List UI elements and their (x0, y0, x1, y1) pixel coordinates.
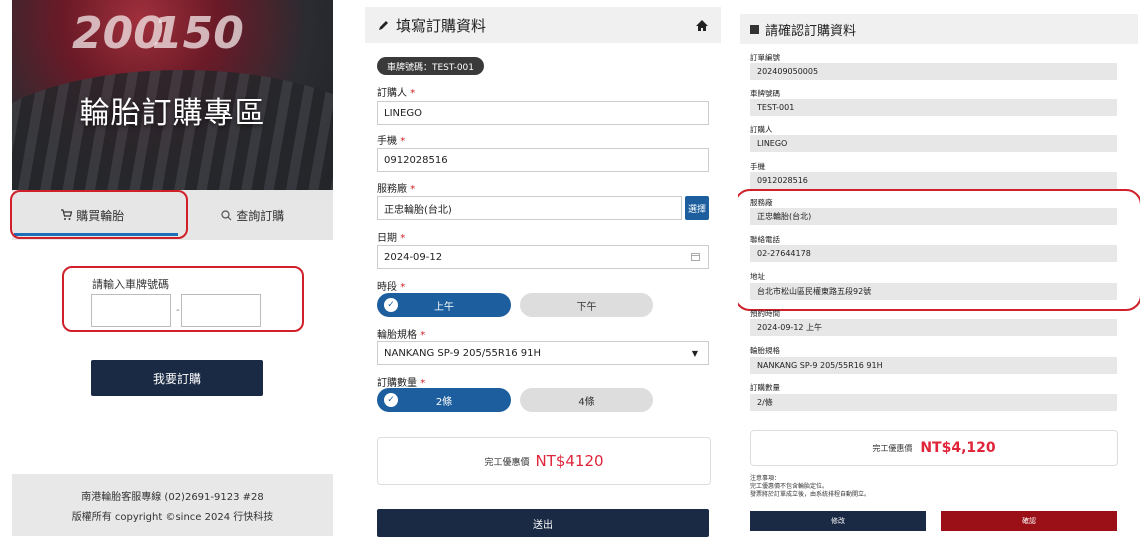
highlight-box (62, 266, 304, 332)
date-value: 2024-09-12 (384, 251, 443, 263)
period-morning-option[interactable]: ✓ 上午 (377, 293, 511, 317)
square-icon (750, 24, 759, 34)
home-icon[interactable] (695, 19, 709, 32)
submit-button[interactable]: 送出 (377, 509, 709, 537)
qty-value: 2/條 (750, 394, 1117, 411)
tire-order-home-panel: 200 150 輪胎訂購專區 購買輪胎 查詢訂購 請輸入車牌號碼 - 我要訂購 … (0, 0, 346, 546)
plate-value: TEST-001 (750, 99, 1117, 116)
phone-input[interactable]: 0912028516 (377, 148, 709, 172)
order-no-label: 訂單編號 (750, 53, 780, 62)
hero-number: 200 (72, 8, 164, 59)
spec-label: 輪胎規格 (750, 346, 780, 355)
confirm-header: 請確認訂購資料 (740, 14, 1138, 44)
spec-select[interactable]: NANKANG SP-9 205/55R16 91H ▼ (377, 341, 709, 365)
page-title: 填寫訂購資料 (396, 16, 487, 35)
footer: 南港輪胎客服專線 (02)2691-9123 #28 版權所有 copyrigh… (12, 474, 333, 536)
page-title: 請確認訂購資料 (765, 23, 857, 39)
note-line: 完工優惠價不包含輪胎定位。 (750, 483, 829, 490)
tab-query-orders[interactable]: 查詢訂購 (173, 190, 334, 240)
appointment-value: 2024-09-12 上午 (750, 319, 1117, 336)
phone-label: 手機 (750, 162, 765, 171)
check-icon: ✓ (384, 298, 398, 312)
period-option-label: 下午 (576, 301, 597, 313)
search-icon (221, 209, 232, 220)
qty-option-label: 4條 (578, 396, 595, 408)
select-shop-button[interactable]: 選擇 (685, 196, 709, 220)
appointment-label: 預約時間 (750, 309, 780, 318)
price-label: 完工優惠價 (872, 443, 913, 453)
note-line: 注意事項： (750, 475, 781, 482)
note-line: 發票將於訂單成立後，由系統排程自動開立。 (750, 491, 871, 498)
price-box: 完工優惠價 NT$4120 (377, 437, 711, 485)
plate-label: 車牌號碼 (750, 89, 780, 98)
check-icon: ✓ (384, 393, 398, 407)
price-label: 完工優惠價 (484, 457, 530, 468)
price-box: 完工優惠價 NT$4,120 (750, 430, 1118, 466)
edit-button[interactable]: 修改 (750, 511, 926, 531)
calendar-icon (691, 253, 700, 261)
spec-value: NANKANG SP-9 205/55R16 91H (384, 347, 542, 359)
hero-number: 150 (152, 8, 244, 59)
place-order-button[interactable]: 我要訂購 (91, 360, 263, 396)
plate-chip: 車牌號碼：TEST-001 (377, 57, 484, 75)
form-header: 填寫訂購資料 (365, 7, 721, 43)
qty-label: 訂購數量 * (377, 378, 426, 389)
hero-title: 輪胎訂購專區 (79, 96, 266, 131)
footer-copyright: 版權所有 copyright ©since 2024 行快科技 (71, 512, 274, 523)
chevron-down-icon: ▼ (691, 349, 698, 358)
pencil-icon (379, 20, 388, 30)
buyer-label: 訂購人 * (377, 88, 416, 99)
shop-label: 服務廠 * (377, 184, 416, 195)
tab-label: 查詢訂購 (236, 208, 285, 223)
date-input[interactable]: 2024-09-12 (377, 245, 709, 269)
spec-label: 輪胎規格 * (377, 330, 426, 341)
hero-banner: 200 150 輪胎訂購專區 (12, 0, 333, 190)
highlight-box (10, 190, 188, 239)
spec-value: NANKANG SP-9 205/55R16 91H (750, 357, 1117, 374)
period-label: 時段 * (377, 282, 406, 293)
period-option-label: 上午 (434, 301, 454, 313)
phone-label: 手機 * (377, 136, 406, 147)
order-no-value: 202409050005 (750, 63, 1117, 80)
buyer-value: LINEGO (750, 135, 1117, 152)
price-value: NT$4120 (535, 452, 604, 470)
phone-value: 0912028516 (750, 172, 1117, 189)
price-value: NT$4,120 (920, 440, 996, 456)
qty-2-option[interactable]: ✓ 2條 (377, 388, 511, 412)
notes: 注意事項： 完工優惠價不包含輪胎定位。 發票將於訂單成立後，由系統排程自動開立。 (750, 475, 870, 499)
highlight-box (738, 189, 1140, 311)
date-label: 日期 * (377, 233, 406, 244)
period-afternoon-option[interactable]: 下午 (520, 293, 653, 317)
confirm-order-panel: 請確認訂購資料 訂單編號 202409050005 車牌號碼 TEST-001 … (738, 0, 1140, 546)
qty-option-label: 2條 (435, 396, 453, 408)
footer-hotline: 南港輪胎客服專線 (02)2691-9123 #28 (81, 492, 264, 503)
shop-input[interactable]: 正忠輪胎(台北) (377, 196, 682, 220)
buyer-input[interactable]: LINEGO (377, 101, 709, 125)
fill-order-panel: 填寫訂購資料 車牌號碼：TEST-001 訂購人 * LINEGO 手機 * 0… (363, 0, 728, 546)
qty-4-option[interactable]: 4條 (520, 388, 653, 412)
buyer-label: 訂購人 (750, 125, 773, 134)
confirm-button[interactable]: 確認 (941, 511, 1117, 531)
qty-label: 訂購數量 (750, 383, 780, 392)
